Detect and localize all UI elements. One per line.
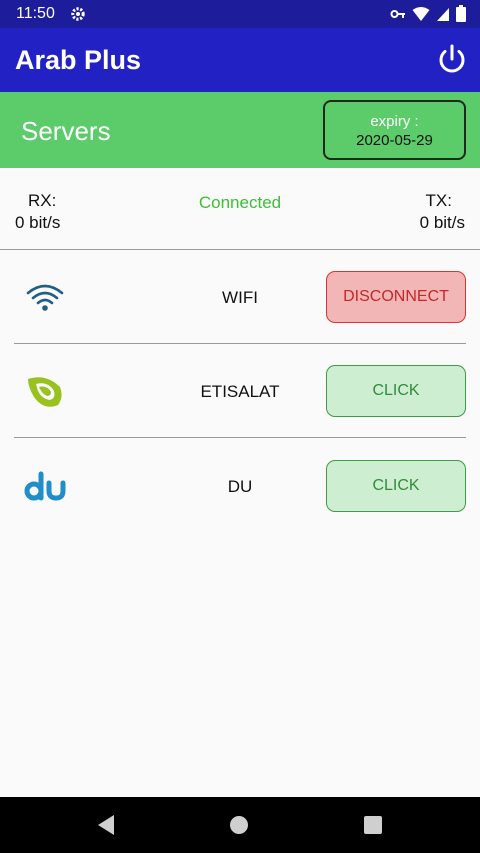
wifi-signal-icon xyxy=(412,6,430,27)
status-time: 11:50 xyxy=(16,5,55,22)
power-icon[interactable] xyxy=(434,42,470,78)
status-bar: 11:50 xyxy=(0,0,480,28)
status-icons xyxy=(390,5,466,27)
du-click-button[interactable]: CLICK xyxy=(326,460,466,512)
expiry-label: expiry : xyxy=(370,113,419,130)
app-title: Arab Plus xyxy=(15,45,142,75)
tx-value: 0 bit/s xyxy=(419,213,465,232)
tx-label: TX: xyxy=(425,191,452,210)
navigation-bar xyxy=(0,797,480,853)
expiry-box: expiry : 2020-05-29 xyxy=(323,100,466,160)
etisalat-click-button[interactable]: CLICK xyxy=(326,365,466,417)
wifi-icon xyxy=(24,276,66,318)
server-label-etisalat: ETISALAT xyxy=(200,382,280,401)
server-row-etisalat: ETISALAT CLICK xyxy=(0,344,480,438)
vpn-key-icon xyxy=(390,6,406,27)
disconnect-button[interactable]: DISCONNECT xyxy=(326,271,466,323)
expiry-date: 2020-05-29 xyxy=(356,132,433,149)
back-icon[interactable] xyxy=(96,814,116,841)
servers-bar: Servers expiry : 2020-05-29 xyxy=(0,92,480,168)
du-logo xyxy=(24,466,66,508)
cell-signal-icon xyxy=(436,6,450,27)
server-row-wifi: WIFI DISCONNECT xyxy=(0,250,480,344)
server-label-du: DU xyxy=(227,477,253,496)
app-bar: Arab Plus xyxy=(0,28,480,92)
connection-status: Connected xyxy=(198,193,282,212)
etisalat-logo xyxy=(24,370,66,412)
battery-icon xyxy=(456,5,466,27)
recents-icon[interactable] xyxy=(364,816,382,834)
settings-gear-icon xyxy=(70,6,86,27)
home-icon[interactable] xyxy=(230,816,248,834)
server-row-du: DU CLICK xyxy=(0,438,480,532)
traffic-stats: RX: 0 bit/s Connected TX: 0 bit/s xyxy=(0,168,480,250)
servers-title: Servers xyxy=(21,116,111,146)
server-label-wifi: WIFI xyxy=(222,288,258,307)
rx-value: 0 bit/s xyxy=(15,213,61,232)
